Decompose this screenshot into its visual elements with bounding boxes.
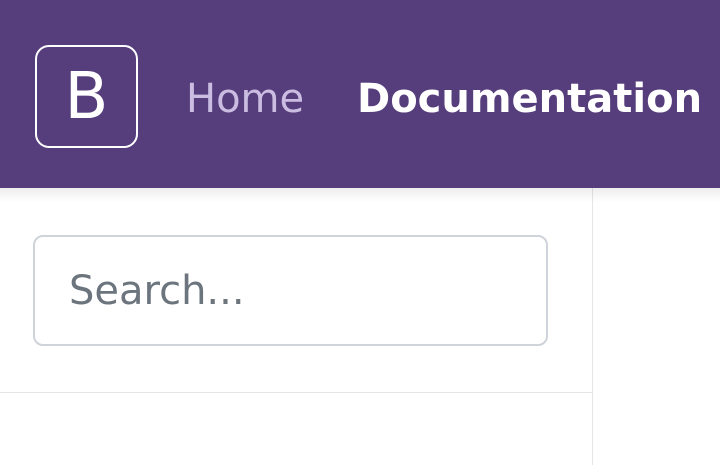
nav-link-documentation[interactable]: Documentation: [357, 74, 702, 124]
search-form: [0, 188, 592, 393]
top-navbar: B Home Documentation: [0, 0, 720, 188]
brand-letter: B: [64, 59, 109, 134]
docs-sidebar: [0, 188, 593, 465]
brand-logo[interactable]: B: [35, 45, 138, 148]
search-input[interactable]: [33, 235, 548, 346]
navbar-shadow: [0, 188, 720, 202]
nav-link-home[interactable]: Home: [186, 74, 304, 124]
